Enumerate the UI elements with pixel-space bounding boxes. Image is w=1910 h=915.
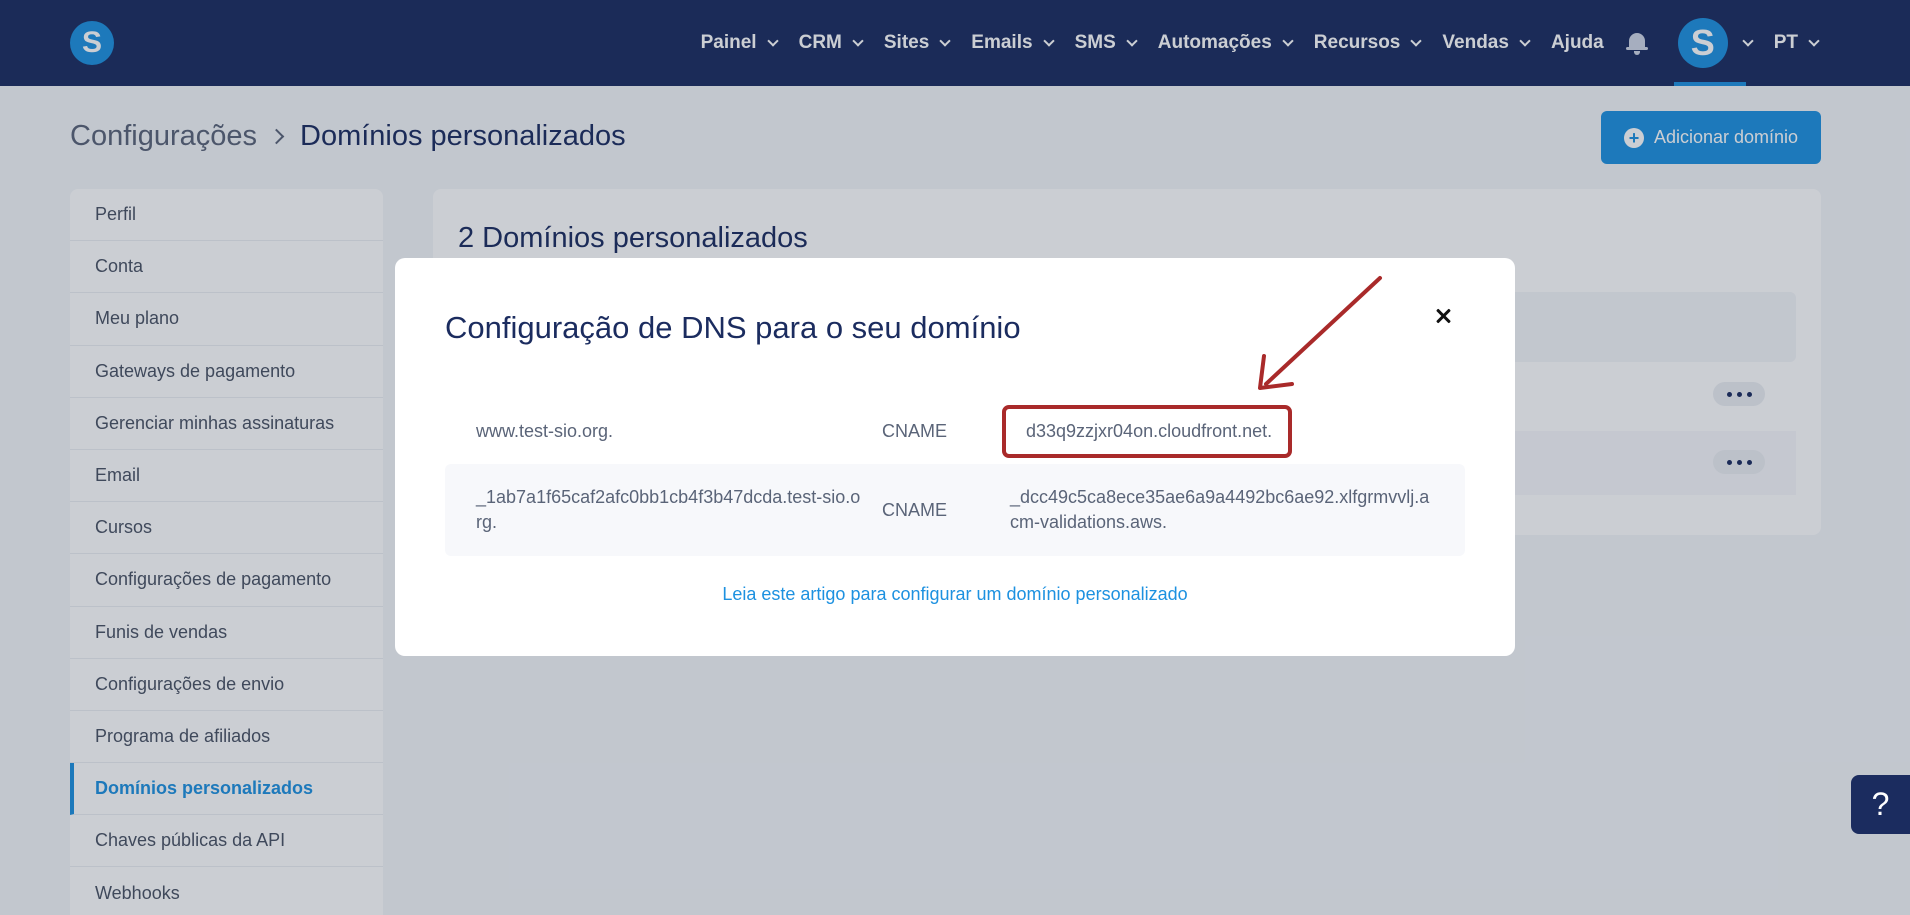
dns-value[interactable]: d33q9zzjxr04on.cloudfront.net.	[1002, 404, 1293, 458]
dns-value-cell: d33q9zzjxr04on.cloudfront.net.	[1002, 404, 1465, 458]
close-icon[interactable]	[1433, 306, 1453, 326]
dns-type: CNAME	[882, 420, 948, 441]
modal-title: Configuração de DNS para o seu domínio	[445, 310, 1021, 345]
annotation-arrow-icon	[1258, 276, 1382, 390]
dns-type: CNAME	[882, 499, 948, 520]
table-row: www.test-sio.org. CNAME d33q9zzjxr04on.c…	[445, 398, 1465, 464]
table-row: _1ab7a1f65caf2afc0bb1cb4f3b47dcda.test-s…	[445, 464, 1465, 556]
dns-host: _1ab7a1f65caf2afc0bb1cb4f3b47dcda.test-s…	[476, 487, 861, 532]
dns-host: www.test-sio.org.	[476, 420, 614, 441]
help-article-link[interactable]: Leia este artigo para configurar um domí…	[395, 584, 1515, 605]
help-button[interactable]: ?	[1851, 775, 1910, 834]
dns-records-table: www.test-sio.org. CNAME d33q9zzjxr04on.c…	[445, 398, 1465, 556]
dns-value[interactable]: _dcc49c5ca8ece35ae6a9a4492bc6ae92.xlfgrm…	[1010, 485, 1465, 535]
